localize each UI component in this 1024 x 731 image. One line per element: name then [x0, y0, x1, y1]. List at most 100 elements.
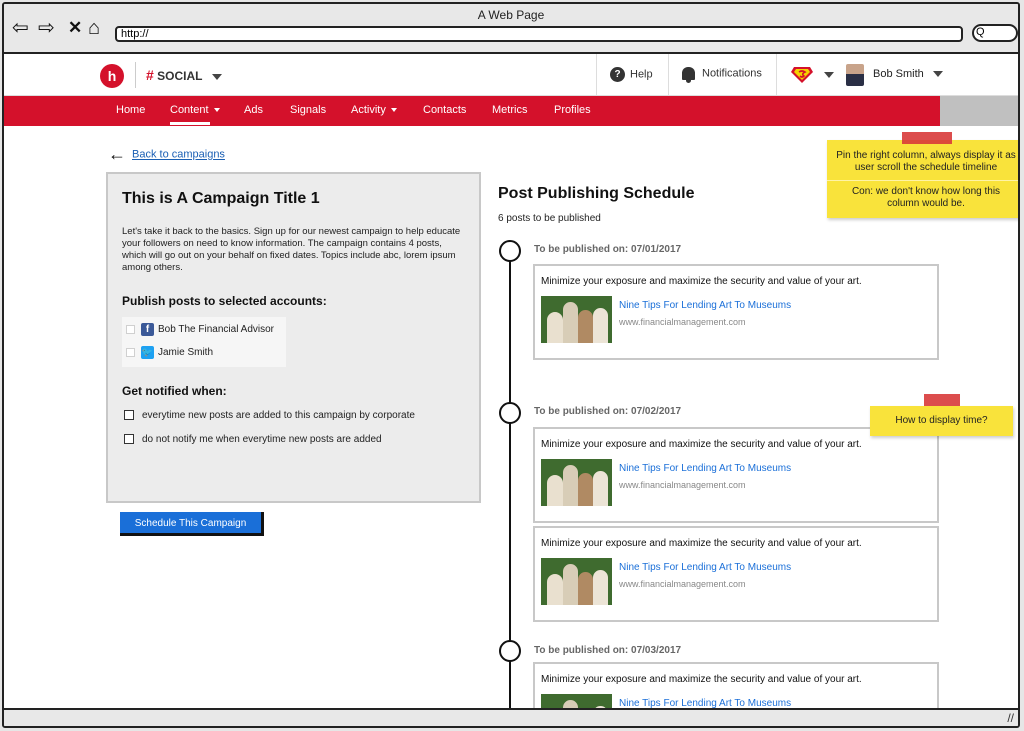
chevron-down-icon[interactable] [824, 72, 834, 78]
tape [924, 394, 960, 406]
divider [668, 54, 669, 96]
bell-icon [682, 67, 695, 83]
schedule-count: 6 posts to be published [498, 213, 601, 224]
help-label: Help [630, 68, 653, 81]
publish-date-label: To be published on: 07/03/2017 [534, 645, 682, 656]
nav-item-metrics[interactable]: Metrics [492, 104, 527, 116]
close-icon[interactable]: ✕ [68, 18, 82, 38]
timeline-node [499, 402, 521, 424]
timeline-node [499, 640, 521, 662]
forward-arrow-icon[interactable]: ⇨ [38, 18, 55, 38]
active-tab-indicator [170, 122, 210, 125]
browser-chrome: A Web Page ⇦ ⇨ ✕ ⌂ http:// Q [4, 4, 1018, 54]
notify-option-label: do not notify me when everytime new post… [142, 434, 382, 445]
campaign-panel: This is A Campaign Title 1 Let's take it… [106, 172, 481, 503]
sticky-note-pin-column: Pin the right column, always display it … [827, 140, 1018, 218]
post-card: Minimize your exposure and maximize the … [533, 264, 939, 360]
account-name: Bob The Financial Advisor [158, 324, 274, 336]
nav-item-ads[interactable]: Ads [244, 104, 263, 116]
nav-filler [940, 96, 1018, 126]
divider [776, 54, 777, 96]
post-link[interactable]: Nine Tips For Lending Art To Museums [619, 300, 791, 311]
window-title: A Web Page [477, 8, 545, 22]
app-logo[interactable]: h [100, 64, 124, 88]
notify-heading: Get notified when: [122, 384, 227, 398]
nav-item-activity[interactable]: Activity [351, 104, 397, 116]
avatar[interactable] [846, 64, 864, 86]
publish-date-label: To be published on: 07/02/2017 [534, 406, 682, 417]
browser-search-box[interactable]: Q [972, 24, 1018, 42]
post-message: Minimize your exposure and maximize the … [541, 674, 862, 685]
search-icon: Q [976, 26, 985, 38]
arrow-left-icon: ← [108, 144, 126, 164]
post-message: Minimize your exposure and maximize the … [541, 439, 862, 450]
facebook-icon: f [141, 323, 154, 336]
notifications-button[interactable]: Notifications [682, 67, 762, 83]
timeline-node [499, 240, 521, 262]
hash-icon: # [146, 67, 154, 83]
notify-checkbox[interactable] [124, 434, 134, 445]
notify-option[interactable]: do not notify me when everytime new post… [124, 434, 382, 445]
publish-date-label: To be published on: 07/01/2017 [534, 244, 682, 255]
page-content: h # SOCIAL ? Help Notifications Bob Smit… [4, 54, 1018, 710]
nav-item-label: Content [170, 104, 209, 116]
help-icon: ? [610, 67, 625, 82]
url-bar[interactable]: http:// [115, 26, 963, 42]
product-name: SOCIAL [157, 69, 203, 83]
nav-item-profiles[interactable]: Profiles [554, 104, 591, 116]
post-link[interactable]: Nine Tips For Lending Art To Museums [619, 463, 791, 474]
notifications-label: Notifications [702, 67, 762, 80]
post-domain: www.financialmanagement.com [619, 317, 746, 327]
nav-item-contacts[interactable]: Contacts [423, 104, 466, 116]
schedule-campaign-button[interactable]: Schedule This Campaign [120, 512, 264, 536]
back-link-label: Back to campaigns [132, 148, 225, 161]
superman-badge-icon[interactable] [791, 66, 813, 84]
resize-handle-icon[interactable]: // [1007, 711, 1014, 725]
post-link[interactable]: Nine Tips For Lending Art To Museums [619, 562, 791, 573]
divider [596, 54, 597, 96]
divider [135, 62, 136, 88]
chevron-down-icon [932, 71, 943, 78]
publish-heading: Publish posts to selected accounts: [122, 294, 327, 308]
help-button[interactable]: ? Help [610, 67, 653, 82]
notify-option-label: everytime new posts are added to this ca… [142, 410, 415, 421]
chevron-down-icon [211, 73, 222, 80]
tape [902, 132, 952, 144]
sticky-note-text: Pin the right column, always display it … [836, 150, 1016, 173]
post-thumbnail[interactable] [541, 296, 612, 343]
chevron-down-icon [390, 108, 397, 113]
account-checkbox[interactable] [126, 325, 135, 334]
nav-item-content[interactable]: Content [170, 104, 220, 116]
post-message: Minimize your exposure and maximize the … [541, 538, 862, 549]
nav-item-home[interactable]: Home [116, 104, 145, 116]
notify-option[interactable]: everytime new posts are added to this ca… [124, 410, 415, 421]
product-switcher[interactable]: # SOCIAL [146, 67, 222, 83]
user-menu[interactable]: Bob Smith [873, 68, 943, 80]
back-arrow-icon[interactable]: ⇦ [12, 18, 29, 38]
chevron-down-icon [213, 108, 220, 113]
nav-bar: Home Content Ads Signals Activity Contac… [90, 96, 940, 126]
back-to-campaigns-link[interactable]: ← Back to campaigns [108, 144, 225, 165]
nav-item-signals[interactable]: Signals [290, 104, 326, 116]
post-domain: www.financialmanagement.com [619, 579, 746, 589]
post-card: Minimize your exposure and maximize the … [533, 526, 939, 622]
account-name: Jamie Smith [158, 347, 214, 359]
post-card: Minimize your exposure and maximize the … [533, 662, 939, 710]
twitter-icon: 🐦 [141, 346, 154, 359]
sticky-note-time: How to display time? [870, 406, 1013, 436]
schedule-title: Post Publishing Schedule [498, 185, 695, 202]
status-bar: // [4, 708, 1018, 726]
post-thumbnail[interactable] [541, 558, 612, 605]
account-item[interactable]: 🐦 Jamie Smith [126, 346, 213, 359]
main-nav: Home Content Ads Signals Activity Contac… [4, 96, 1018, 126]
account-item[interactable]: f Bob The Financial Advisor [126, 323, 274, 336]
sticky-note-text: Con: we don't know how long this column … [827, 180, 1018, 210]
notify-checkbox[interactable] [124, 410, 134, 421]
user-name: Bob Smith [873, 68, 924, 80]
campaign-title: This is A Campaign Title 1 [122, 190, 320, 207]
post-thumbnail[interactable] [541, 459, 612, 506]
campaign-description: Let's take it back to the basics. Sign u… [122, 226, 461, 273]
account-checkbox[interactable] [126, 348, 135, 357]
post-card: Minimize your exposure and maximize the … [533, 427, 939, 523]
home-icon[interactable]: ⌂ [88, 18, 100, 38]
